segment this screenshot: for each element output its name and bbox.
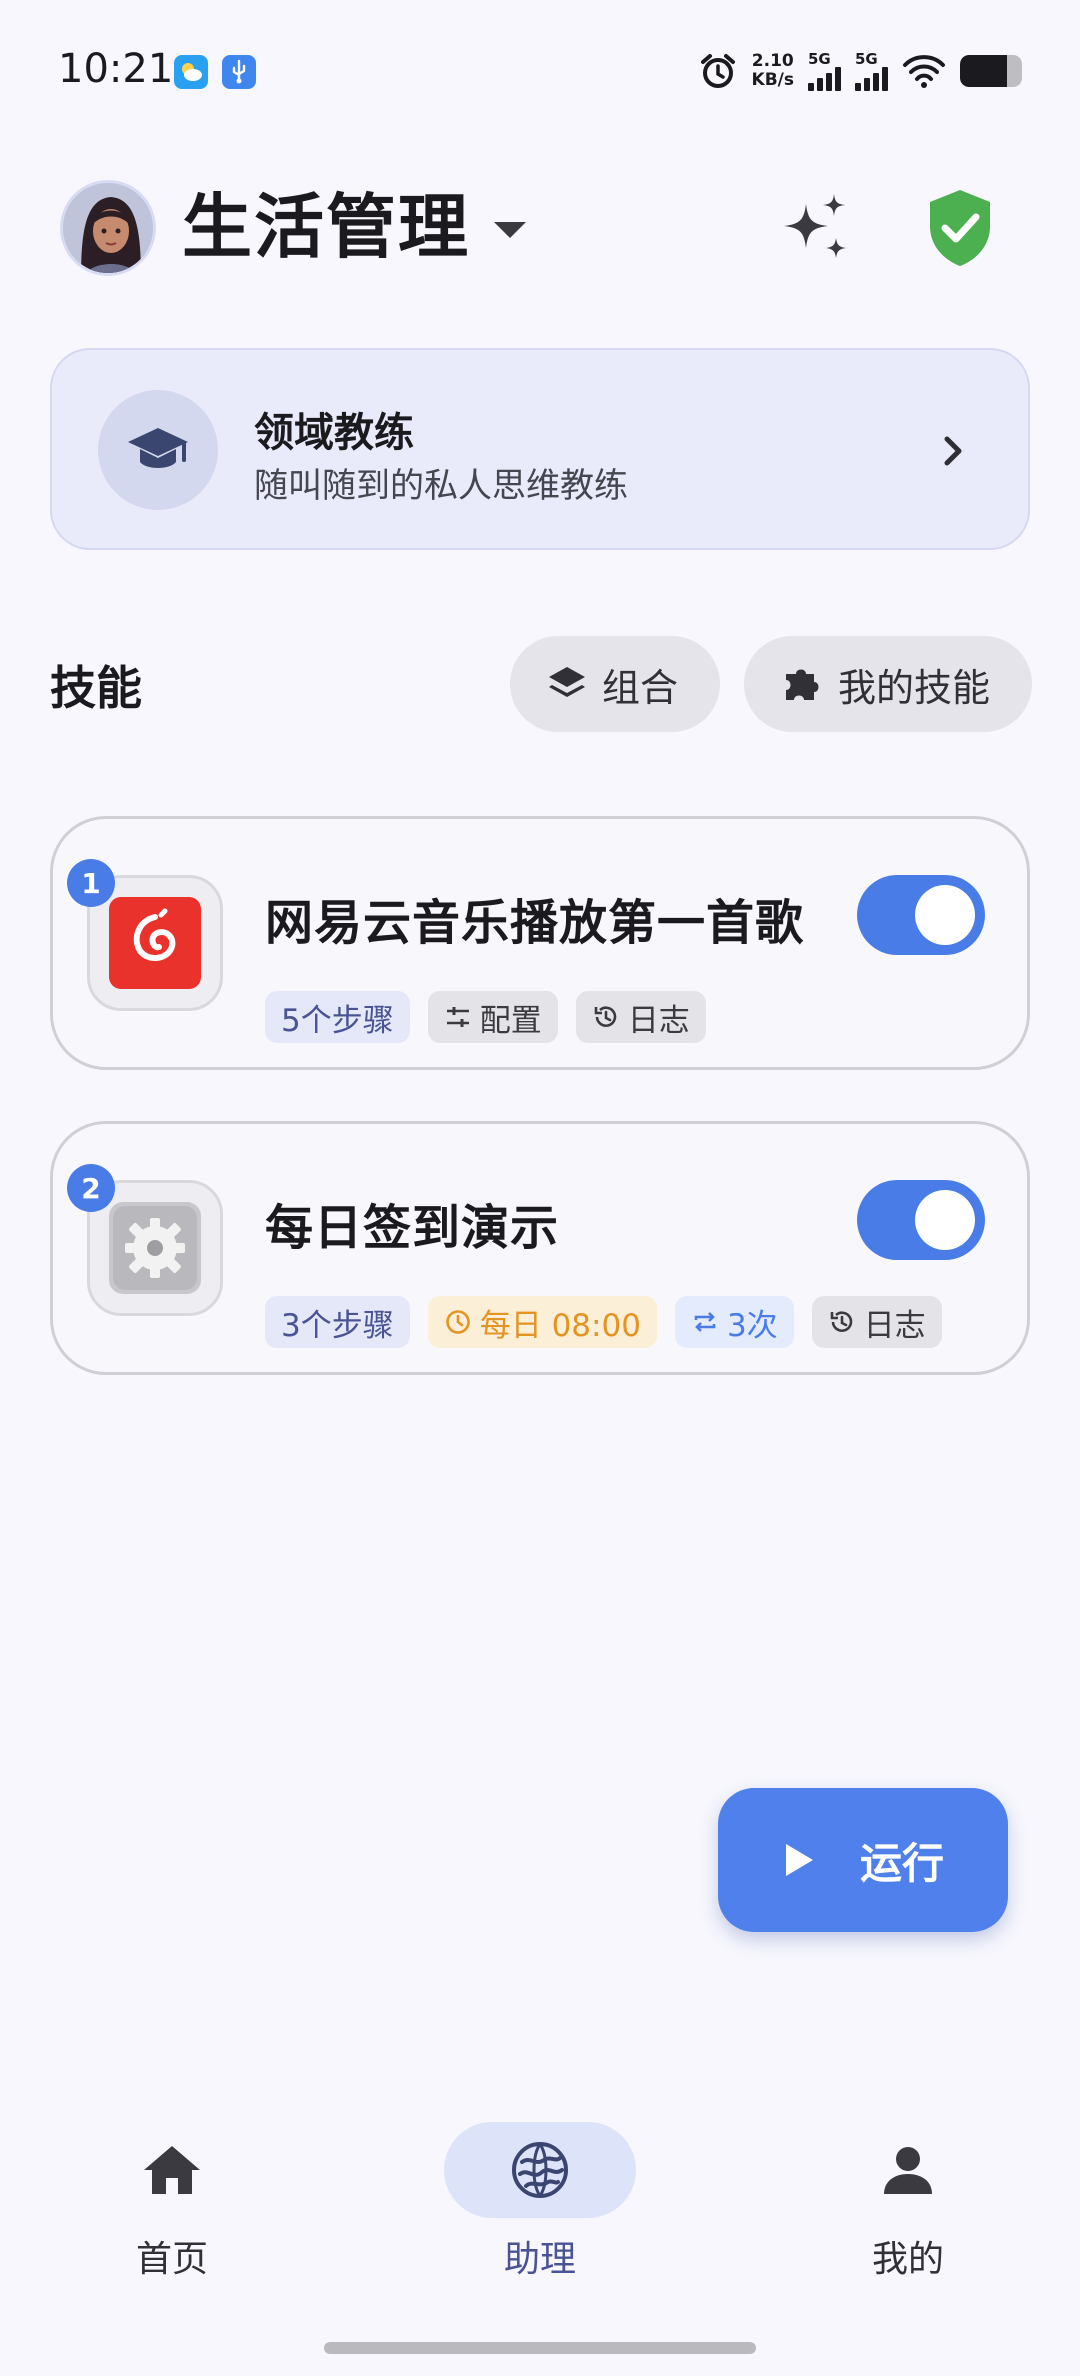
- log-tag[interactable]: 日志: [575, 991, 706, 1043]
- combine-button[interactable]: 组合: [510, 636, 720, 732]
- sparkle-icon[interactable]: [778, 190, 854, 266]
- status-bar: 10:21 2.10 KB/s 5G 5G: [0, 0, 1080, 140]
- app-header: 生活管理: [0, 160, 1080, 290]
- chevron-right-icon: [944, 436, 962, 466]
- chevron-down-icon[interactable]: [494, 222, 526, 238]
- skill-index-badge: 1: [67, 859, 115, 907]
- network-speed: 2.10 KB/s: [751, 51, 794, 90]
- signal-sim1-icon: 5G: [808, 51, 841, 91]
- skill-index-badge: 2: [67, 1164, 115, 1212]
- skills-heading: 技能: [50, 661, 142, 715]
- sliders-icon: [446, 1007, 469, 1027]
- home-icon: [76, 2122, 268, 2218]
- my-skills-label: 我的技能: [838, 665, 991, 710]
- weather-app-icon: [174, 55, 208, 89]
- bottom-navigation: 首页 助理 我的: [0, 2100, 1080, 2300]
- steps-tag[interactable]: 5个步骤: [265, 991, 410, 1043]
- person-icon: [812, 2122, 1004, 2218]
- run-label: 运行: [859, 1838, 944, 1888]
- my-skills-button[interactable]: 我的技能: [744, 636, 1032, 732]
- config-tag[interactable]: 配置: [427, 991, 558, 1043]
- clock-icon: [445, 1310, 470, 1334]
- repeat-tag[interactable]: 3次: [674, 1296, 794, 1348]
- steps-tag[interactable]: 3个步骤: [265, 1296, 410, 1348]
- run-button[interactable]: 运行: [718, 1788, 1008, 1932]
- avatar[interactable]: [60, 180, 156, 276]
- status-time: 10:21: [58, 46, 174, 92]
- layers-icon: [549, 667, 585, 697]
- battery-icon: [960, 55, 1022, 87]
- wifi-icon: [903, 55, 945, 88]
- skill-card[interactable]: 1 网易云音乐播放第一首歌 5个步骤 配置 日志: [50, 816, 1030, 1070]
- home-indicator[interactable]: [324, 2342, 756, 2354]
- nav-item-home[interactable]: 首页: [72, 2100, 272, 2290]
- alarm-icon: [700, 54, 735, 88]
- combine-label: 组合: [602, 665, 679, 710]
- nav-item-me[interactable]: 我的: [808, 2100, 1008, 2290]
- skill-card[interactable]: 2 每日签到演示 3个步骤 每日 08:00 3次 日志: [50, 1121, 1030, 1375]
- shield-check-icon[interactable]: [926, 188, 994, 268]
- log-tag[interactable]: 日志: [811, 1296, 942, 1348]
- nav-item-assistant[interactable]: 助理: [440, 2100, 640, 2290]
- coach-subtitle: 随叫随到的私人思维教练: [254, 466, 628, 506]
- nav-label-me: 我的: [871, 2239, 944, 2280]
- coach-title: 领域教练: [254, 410, 414, 456]
- history-icon: [830, 1311, 852, 1332]
- nav-label-assistant: 助理: [503, 2239, 576, 2280]
- repeat-icon: [694, 1312, 716, 1332]
- graduation-cap-icon: [98, 390, 218, 510]
- skill-title: 网易云音乐播放第一首歌: [265, 895, 805, 951]
- history-icon: [594, 1006, 616, 1027]
- domain-coach-card[interactable]: 领域教练 随叫随到的私人思维教练: [50, 348, 1030, 550]
- signal-sim2-icon: 5G: [855, 51, 888, 91]
- skill-toggle[interactable]: [857, 1180, 985, 1260]
- schedule-tag[interactable]: 每日 08:00: [427, 1296, 657, 1348]
- puzzle-icon: [786, 669, 819, 700]
- nav-label-home: 首页: [135, 2239, 208, 2280]
- page-title[interactable]: 生活管理: [182, 182, 470, 272]
- skill-toggle[interactable]: [857, 875, 985, 955]
- assistant-icon: [444, 2122, 636, 2218]
- play-icon: [785, 1844, 813, 1876]
- skill-title: 每日签到演示: [265, 1200, 560, 1256]
- usb-icon: [222, 55, 256, 89]
